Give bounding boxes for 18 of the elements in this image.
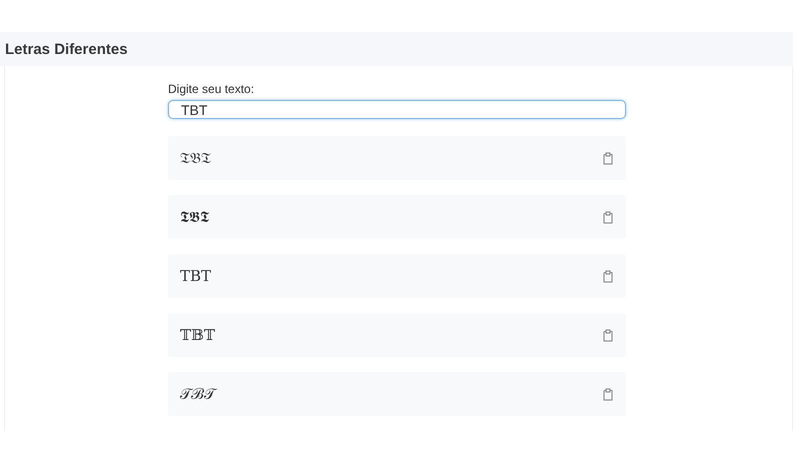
clipboard-icon[interactable] [602, 210, 614, 224]
page-title: Letras Diferentes [5, 40, 128, 58]
clipboard-icon[interactable] [602, 388, 614, 400]
clipboard-icon[interactable] [602, 152, 614, 164]
result-card[interactable]: 𝕋𝔹𝕋 [168, 313, 626, 357]
styled-text: 𝒯ℬ𝒯 [180, 385, 215, 403]
result-card[interactable]: 𝔗𝔅𝔗 [168, 136, 626, 180]
styled-text: 𝕋𝔹𝕋 [180, 326, 216, 344]
result-card[interactable]: 𝕿𝕭𝕿 [168, 195, 626, 239]
clipboard-icon[interactable] [602, 328, 614, 342]
text-input[interactable]: TBT [168, 100, 626, 119]
clipboard-icon[interactable] [602, 270, 614, 282]
styled-text: 𝕿𝕭𝕿 [180, 208, 209, 226]
styled-text: TBT [180, 267, 212, 285]
result-card[interactable]: TBT [168, 254, 626, 298]
result-card[interactable]: 𝒯ℬ𝒯 [168, 372, 626, 416]
input-label: Digite seu texto: [168, 82, 256, 96]
styled-text: 𝔗𝔅𝔗 [180, 149, 211, 167]
